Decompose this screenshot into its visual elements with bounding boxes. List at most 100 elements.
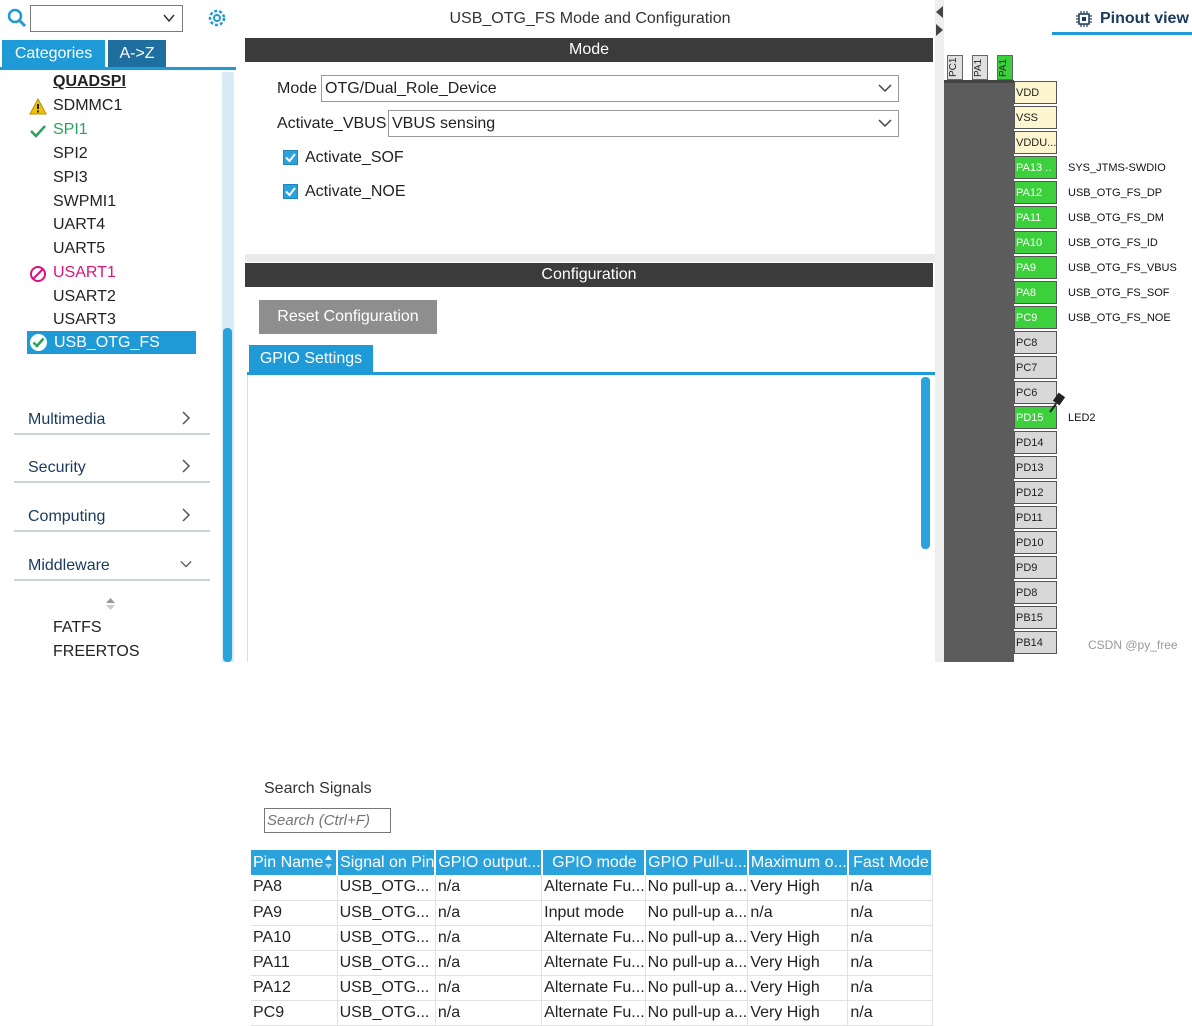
peripheral-item-uart5[interactable]: UART5 — [53, 240, 105, 258]
peripheral-item-usart1[interactable]: USART1 — [30, 264, 116, 282]
left-scrollbar-thumb[interactable] — [223, 328, 232, 662]
pin-pd8[interactable]: PD8 — [1014, 581, 1057, 604]
pin-pb15[interactable]: PB15 — [1014, 606, 1057, 629]
pin-pa9[interactable]: PA9 — [1014, 256, 1057, 279]
pin-pd12[interactable]: PD12 — [1014, 481, 1057, 504]
config-scrollbar-thumb[interactable] — [921, 377, 930, 549]
section-computing[interactable]: Computing — [14, 502, 210, 532]
tab-categories[interactable]: Categories — [2, 40, 105, 67]
peripheral-item-usb-otg-fs[interactable]: USB_OTG_FS — [27, 331, 196, 354]
table-cell: PA8 — [251, 875, 338, 901]
section-divider — [245, 254, 935, 262]
pinout-tab-underline — [1052, 32, 1192, 35]
table-cell: Alternate Fu... — [541, 950, 646, 976]
noe-checkbox[interactable] — [283, 184, 298, 199]
pushpin-icon — [1049, 392, 1066, 413]
table-row[interactable]: PC9 USB_OTG... n/a Alternate Fu... No pull-u… — [251, 1000, 933, 1026]
peripheral-item-uart4[interactable]: UART4 — [53, 216, 105, 234]
pin-pd11[interactable]: PD11 — [1014, 506, 1057, 529]
top-pin[interactable]: PA1 — [972, 55, 988, 80]
peripheral-item-spi3[interactable]: SPI3 — [53, 169, 88, 187]
pin-signal-label: USB_OTG_FS_ID — [1068, 237, 1158, 249]
chevron-down-icon — [878, 119, 892, 128]
pin-pd10[interactable]: PD10 — [1014, 531, 1057, 554]
search-signals-input[interactable] — [264, 808, 391, 833]
sort-icon[interactable] — [324, 854, 333, 870]
section-label: Computing — [28, 508, 106, 525]
splitter[interactable] — [935, 0, 944, 662]
tab-gpio-settings[interactable]: GPIO Settings — [249, 345, 373, 372]
peripheral-item-spi2[interactable]: SPI2 — [53, 145, 88, 163]
pin-vddu[interactable]: VDDU... — [1014, 131, 1057, 154]
pinout-view-title[interactable]: Pinout view — [1100, 10, 1189, 28]
sof-checkbox[interactable] — [283, 150, 298, 165]
mode-config-panel: USB_OTG_FS Mode and Configuration Mode M… — [245, 0, 935, 1026]
reset-configuration-button[interactable]: Reset Configuration — [259, 300, 437, 334]
peripheral-item-usart2[interactable]: USART2 — [53, 288, 116, 306]
table-cell: USB_OTG... — [337, 950, 436, 976]
table-cell: Very High — [747, 1000, 849, 1026]
table-row[interactable]: PA8 USB_OTG... n/a Alternate Fu... No pull-u… — [251, 875, 933, 901]
section-multimedia[interactable]: Multimedia — [14, 405, 210, 435]
table-cell: Alternate Fu... — [541, 975, 646, 1001]
pin-pd9[interactable]: PD9 — [1014, 556, 1057, 579]
collapse-arrows-icon[interactable] — [935, 4, 944, 38]
column-header-fast-mode[interactable]: Fast Mode — [847, 850, 934, 875]
table-cell: n/a — [435, 900, 543, 926]
table-cell: Very High — [747, 975, 849, 1001]
peripheral-item-quadspi[interactable]: QUADSPI — [53, 73, 126, 91]
pin-pa10[interactable]: PA10 — [1014, 231, 1057, 254]
peripheral-item-sdmmc1[interactable]: SDMMC1 — [29, 97, 122, 115]
section-security[interactable]: Security — [14, 453, 210, 483]
sof-label[interactable]: Activate_SOF — [305, 149, 404, 167]
table-row[interactable]: PA12 USB_OTG... n/a Alternate Fu... No pull-… — [251, 975, 933, 1001]
sort-icon[interactable] — [105, 597, 116, 611]
peripheral-item-usart3[interactable]: USART3 — [53, 311, 116, 329]
pin-pb14[interactable]: PB14 — [1014, 631, 1057, 654]
top-pin[interactable]: PA1 — [997, 55, 1013, 80]
pin-signal-label: USB_OTG_FS_DM — [1068, 212, 1164, 224]
pin-pa11[interactable]: PA11 — [1014, 206, 1057, 229]
table-cell: Alternate Fu... — [541, 925, 646, 951]
table-cell: USB_OTG... — [337, 875, 436, 901]
pin-pd14[interactable]: PD14 — [1014, 431, 1057, 454]
table-row[interactable]: PA11 USB_OTG... n/a Alternate Fu... No pull-… — [251, 950, 933, 976]
table-cell: PA12 — [251, 975, 338, 1001]
pin-vdd[interactable]: VDD — [1014, 81, 1057, 104]
pin-pa8[interactable]: PA8 — [1014, 281, 1057, 304]
column-header-max-output[interactable]: Maximum o... — [747, 850, 849, 875]
peripheral-item-spi1[interactable]: SPI1 — [30, 121, 88, 139]
pin-signal-label: LED2 — [1068, 412, 1096, 424]
table-row[interactable]: PA10 USB_OTG... n/a Alternate Fu... No pull-… — [251, 925, 933, 951]
chevron-down-icon[interactable] — [162, 11, 176, 25]
mode-select[interactable]: OTG/Dual_Role_Device — [321, 75, 899, 102]
middleware-item-fatfs[interactable]: FATFS — [53, 619, 102, 637]
noe-label[interactable]: Activate_NOE — [305, 183, 405, 201]
pin-pa12[interactable]: PA12 — [1014, 181, 1057, 204]
column-header-gpio-pull[interactable]: GPIO Pull-u... — [645, 850, 749, 875]
table-row[interactable]: PA9 USB_OTG... n/a Input mode No pull-up a..… — [251, 900, 933, 926]
peripheral-item-swpmi1[interactable]: SWPMI1 — [53, 193, 116, 211]
pin-pc7[interactable]: PC7 — [1014, 356, 1057, 379]
pin-pc8[interactable]: PC8 — [1014, 331, 1057, 354]
column-header-signal[interactable]: Signal on Pin — [337, 850, 437, 875]
search-icon[interactable] — [7, 8, 27, 28]
column-header-gpio-mode[interactable]: GPIO mode — [541, 850, 647, 875]
peripheral-label: USB_OTG_FS — [54, 334, 160, 351]
pin-pd13[interactable]: PD13 — [1014, 456, 1057, 479]
peripheral-search-combo[interactable] — [30, 5, 183, 32]
pin-vss[interactable]: VSS — [1014, 106, 1057, 129]
middleware-item-freertos[interactable]: FREERTOS — [53, 643, 140, 661]
column-header-gpio-output[interactable]: GPIO output... — [435, 850, 543, 875]
vbus-select[interactable]: VBUS sensing — [388, 110, 899, 137]
table-cell: PA10 — [251, 925, 338, 951]
pin-pa13[interactable]: PA13 .. — [1014, 156, 1057, 179]
top-pin[interactable]: PC1 — [947, 55, 963, 80]
section-middleware[interactable]: Middleware — [14, 551, 210, 581]
peripheral-label: UART5 — [53, 240, 106, 257]
peripheral-label: USART2 — [53, 288, 116, 305]
gear-icon[interactable] — [206, 7, 228, 29]
pin-pc9[interactable]: PC9 — [1014, 306, 1057, 329]
column-header-pin-name[interactable]: Pin Name — [251, 850, 339, 875]
tab-a-z[interactable]: A->Z — [108, 40, 166, 67]
